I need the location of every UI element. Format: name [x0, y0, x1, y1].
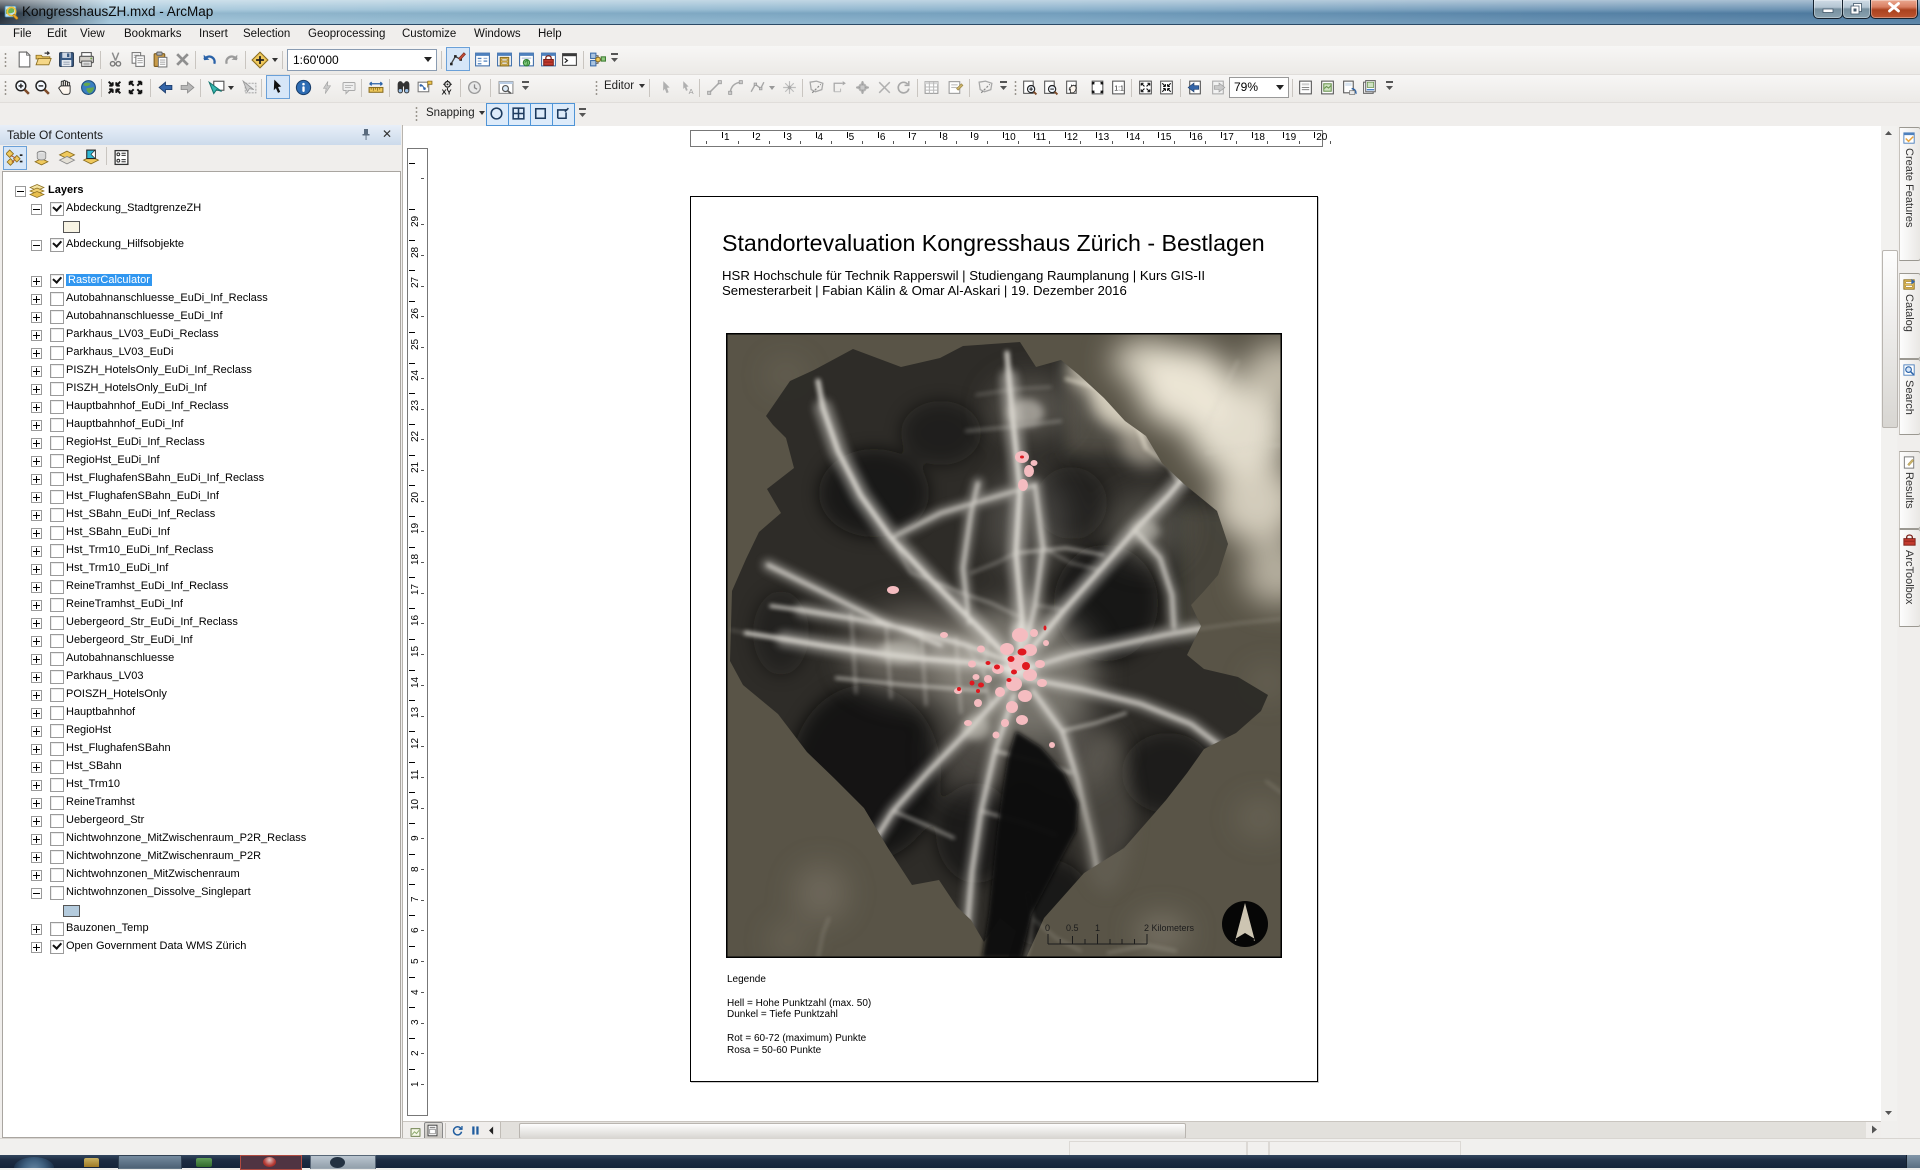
svg-text:0: 0 — [1045, 923, 1050, 933]
svg-text:0.5: 0.5 — [1066, 923, 1079, 933]
svg-text:1: 1 — [1095, 923, 1100, 933]
svg-text:A: A — [689, 87, 694, 96]
svg-text:XY: XY — [442, 87, 452, 96]
svg-text:2 Kilometers: 2 Kilometers — [1144, 923, 1195, 933]
svg-text:1:1: 1:1 — [1114, 86, 1124, 93]
